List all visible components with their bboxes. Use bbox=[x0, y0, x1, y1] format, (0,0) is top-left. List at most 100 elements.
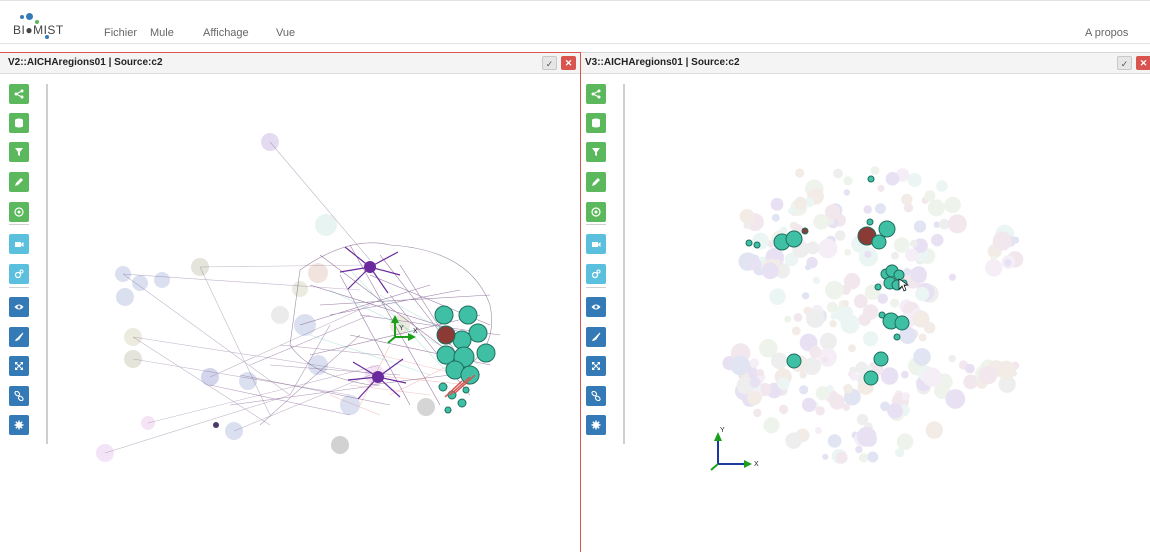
region-node bbox=[785, 432, 802, 449]
region-node bbox=[826, 301, 838, 313]
region-node bbox=[901, 193, 913, 206]
region-node bbox=[749, 258, 762, 271]
panel-header: V2::AICHAregions01 | Source:c2 ✓ ✕ bbox=[0, 53, 580, 74]
expand-icon bbox=[586, 361, 606, 371]
graph-canvas[interactable]: Y X bbox=[50, 75, 580, 553]
gear-button[interactable] bbox=[9, 415, 29, 435]
eye-button[interactable] bbox=[9, 297, 29, 317]
region-node bbox=[784, 315, 792, 323]
region-node bbox=[985, 259, 1003, 277]
link-button[interactable] bbox=[9, 386, 29, 406]
region-node bbox=[829, 320, 837, 328]
region-node bbox=[859, 453, 869, 463]
toolbar-separator bbox=[9, 287, 29, 288]
video-camera-button[interactable] bbox=[586, 234, 606, 254]
region-node bbox=[996, 360, 1016, 380]
region-node bbox=[890, 298, 900, 308]
edge-highlight bbox=[444, 374, 476, 398]
cogs-icon bbox=[586, 269, 606, 279]
region-node bbox=[801, 397, 817, 412]
toolbar-separator bbox=[9, 224, 29, 225]
axis-x-label: X bbox=[754, 461, 759, 468]
share-button[interactable] bbox=[9, 84, 29, 104]
pencil-button[interactable] bbox=[9, 172, 29, 192]
region-node bbox=[739, 209, 755, 224]
target-button[interactable] bbox=[586, 202, 606, 222]
video-camera-button[interactable] bbox=[9, 234, 29, 254]
region-node bbox=[915, 286, 930, 302]
check-icon[interactable]: ✓ bbox=[542, 56, 557, 70]
region-node bbox=[891, 251, 899, 260]
cogs-button[interactable] bbox=[586, 264, 606, 284]
region-node bbox=[756, 368, 764, 377]
gear-button[interactable] bbox=[586, 415, 606, 435]
region-node bbox=[936, 180, 948, 192]
region-node bbox=[922, 367, 942, 387]
region-node bbox=[844, 248, 852, 256]
database-button[interactable] bbox=[586, 113, 606, 133]
region-node bbox=[896, 433, 914, 451]
menu-vue[interactable]: Vue bbox=[276, 27, 295, 39]
filter-icon bbox=[9, 147, 29, 157]
check-icon[interactable]: ✓ bbox=[1117, 56, 1132, 70]
menu-a-propos[interactable]: A propos bbox=[1085, 27, 1128, 39]
database-button[interactable] bbox=[9, 113, 29, 133]
region-node bbox=[835, 451, 848, 464]
menu-fichier[interactable]: Fichier bbox=[104, 27, 137, 39]
edge-web bbox=[104, 141, 501, 454]
region-node bbox=[794, 196, 807, 210]
logo-dot bbox=[26, 13, 33, 20]
axis-y-label: Y bbox=[720, 427, 725, 434]
region-node bbox=[856, 426, 877, 447]
link-button[interactable] bbox=[586, 386, 606, 406]
view-panel-v3: V3::AICHAregions01 | Source:c2 ✓ ✕ Y X bbox=[581, 52, 1150, 552]
target-icon bbox=[586, 207, 606, 217]
video-camera-icon bbox=[586, 239, 606, 249]
menu-mule[interactable]: Mule bbox=[150, 27, 174, 39]
share-icon bbox=[586, 89, 606, 99]
brush-button[interactable] bbox=[586, 327, 606, 347]
logo-dot bbox=[20, 15, 24, 19]
region-node bbox=[778, 404, 789, 415]
region-node bbox=[843, 384, 853, 394]
region-node bbox=[730, 355, 750, 376]
expand-button[interactable] bbox=[586, 356, 606, 376]
region-node bbox=[875, 203, 886, 215]
region-node bbox=[777, 377, 790, 390]
region-node bbox=[812, 276, 820, 284]
region-node bbox=[825, 280, 844, 300]
selected-nodes[interactable] bbox=[434, 305, 496, 414]
link-icon bbox=[9, 391, 29, 401]
region-node bbox=[905, 248, 919, 262]
region-node bbox=[945, 389, 966, 409]
cogs-button[interactable] bbox=[9, 264, 29, 284]
region-node bbox=[948, 273, 957, 281]
axis-x-label: X bbox=[413, 328, 418, 335]
share-button[interactable] bbox=[586, 84, 606, 104]
region-node bbox=[803, 357, 821, 375]
panel-title: V2::AICHAregions01 | Source:c2 bbox=[8, 57, 163, 68]
region-node bbox=[761, 262, 779, 280]
region-node bbox=[771, 213, 780, 222]
filter-button[interactable] bbox=[9, 142, 29, 162]
pencil-button[interactable] bbox=[586, 172, 606, 192]
region-node bbox=[862, 304, 879, 320]
region-node bbox=[912, 310, 930, 328]
filter-button[interactable] bbox=[586, 142, 606, 162]
gear-icon bbox=[586, 420, 606, 430]
eye-button[interactable] bbox=[586, 297, 606, 317]
brain-canvas[interactable]: Y X bbox=[627, 75, 1147, 553]
toolbar-separator bbox=[586, 287, 606, 288]
target-button[interactable] bbox=[9, 202, 29, 222]
expand-button[interactable] bbox=[9, 356, 29, 376]
brush-button[interactable] bbox=[9, 327, 29, 347]
region-node bbox=[840, 314, 860, 334]
database-icon bbox=[586, 118, 606, 128]
close-icon[interactable]: ✕ bbox=[561, 56, 576, 70]
top-navbar: BI●MIST Fichier Mule Affichage Vue A pro… bbox=[0, 0, 1150, 44]
menu-affichage[interactable]: Affichage bbox=[203, 27, 249, 39]
region-node bbox=[877, 184, 885, 192]
close-icon[interactable]: ✕ bbox=[1136, 56, 1150, 70]
region-node bbox=[822, 453, 829, 460]
brush-icon bbox=[586, 332, 606, 342]
